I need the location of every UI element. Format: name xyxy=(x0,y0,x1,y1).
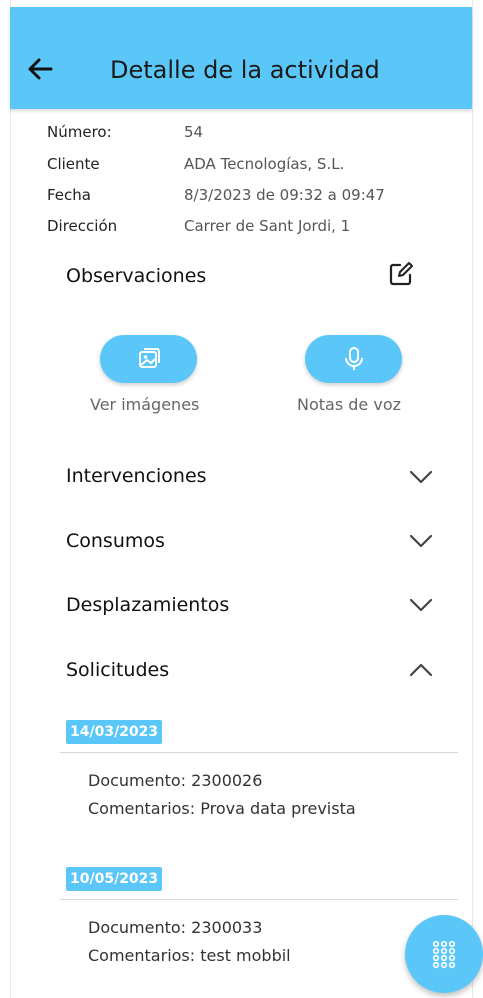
address-label: Dirección xyxy=(47,217,118,235)
request-document: Documento: 2300033 xyxy=(88,918,263,937)
consumptions-title[interactable]: Consumos xyxy=(66,530,165,552)
divider xyxy=(60,752,458,753)
date-value: 8/3/2023 de 09:32 a 09:47 xyxy=(184,186,385,204)
edit-icon[interactable] xyxy=(388,261,414,287)
requests-title[interactable]: Solicitudes xyxy=(66,659,169,681)
page-title: Detalle de la actividad xyxy=(110,56,380,84)
request-document: Documento: 2300026 xyxy=(88,771,263,790)
voice-notes-label: Notas de voz xyxy=(297,395,401,414)
chevron-up-icon[interactable] xyxy=(409,663,433,677)
view-images-label: Ver imágenes xyxy=(90,395,200,414)
divider xyxy=(60,899,458,900)
microphone-icon xyxy=(344,347,363,370)
interventions-title[interactable]: Intervenciones xyxy=(66,465,207,487)
voice-notes-button[interactable] xyxy=(305,335,402,383)
observations-title: Observaciones xyxy=(66,265,207,287)
screen xyxy=(10,0,473,998)
menu-fab-button[interactable] xyxy=(405,915,483,993)
trips-title[interactable]: Desplazamientos xyxy=(66,594,229,616)
request-date-badge: 14/03/2023 xyxy=(66,720,163,744)
address-value: Carrer de Sant Jordi, 1 xyxy=(184,217,351,235)
chevron-down-icon[interactable] xyxy=(409,534,433,548)
request-comments: Comentarios: Prova data prevista xyxy=(88,799,356,818)
request-comments: Comentarios: test mobbil xyxy=(88,946,291,965)
grid-dots-icon xyxy=(432,940,456,969)
client-label: Cliente xyxy=(47,155,100,173)
image-icon xyxy=(138,348,160,368)
request-date-badge: 10/05/2023 xyxy=(66,867,163,891)
arrow-left-icon[interactable] xyxy=(25,54,55,84)
chevron-down-icon[interactable] xyxy=(409,470,433,484)
client-value: ADA Tecnologías, S.L. xyxy=(184,155,345,173)
number-value: 54 xyxy=(184,123,204,141)
view-images-button[interactable] xyxy=(100,335,197,383)
date-label: Fecha xyxy=(47,186,91,204)
chevron-down-icon[interactable] xyxy=(409,598,433,612)
number-label: Número: xyxy=(47,123,112,141)
